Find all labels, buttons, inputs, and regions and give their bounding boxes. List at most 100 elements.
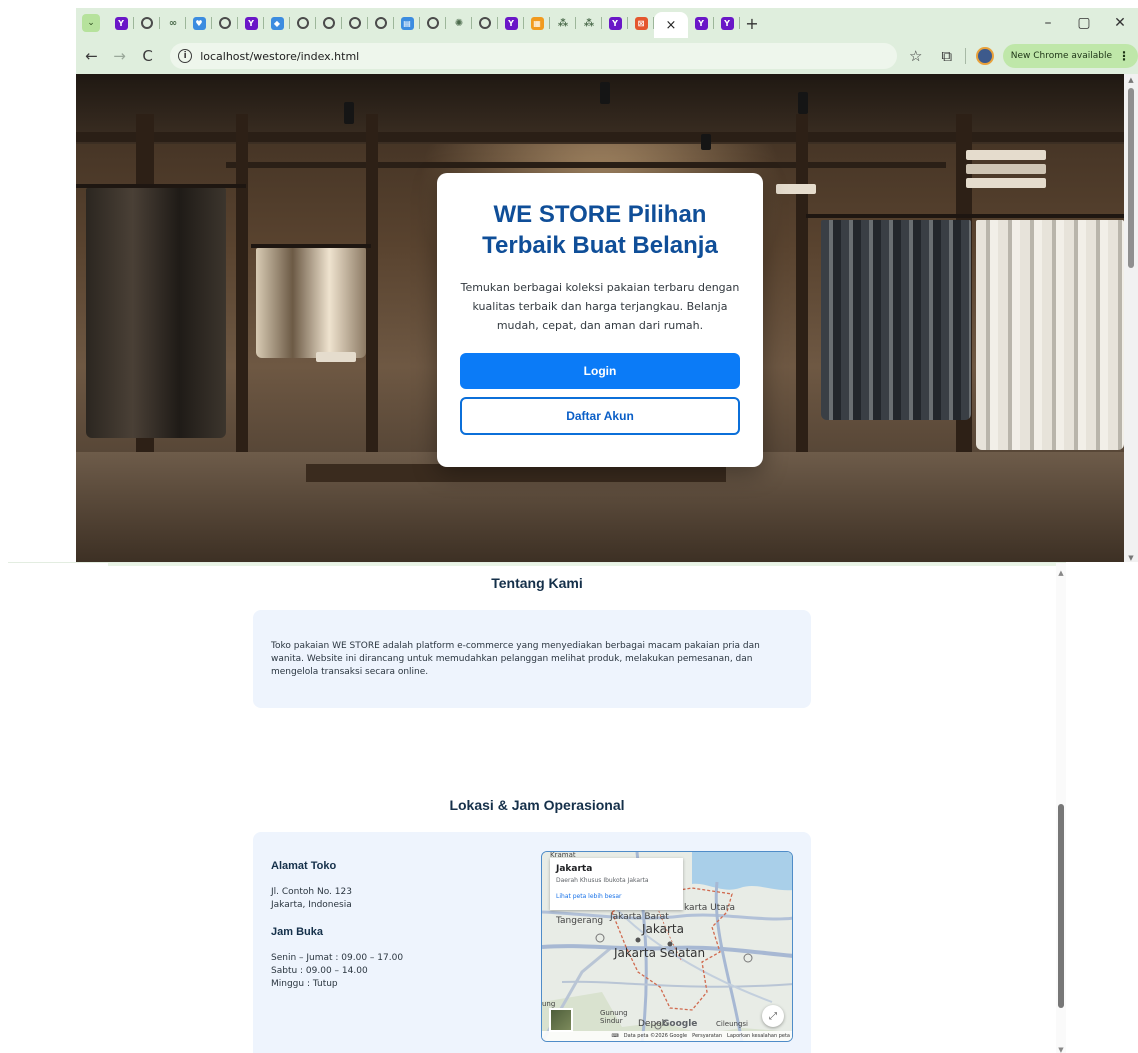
xampp-icon: ▦	[530, 16, 544, 30]
page-lower-section: Tentang Kami Toko pakaian WE STORE adala…	[8, 562, 1066, 1053]
tab-strip: Y ∞ ♥ Y ◆ ▤ ✺ Y ▦ ⁂ ⁂ Y ⊠ × Y Y +	[108, 8, 764, 38]
yahoo-icon: Y	[720, 16, 734, 30]
page-scrollbar[interactable]: ▲ ▼	[1124, 74, 1138, 562]
tab[interactable]: ⁂	[550, 8, 576, 38]
hours-heading: Jam Buka	[271, 926, 323, 938]
map-label-jakarta-utara: karta Utara	[684, 903, 736, 913]
tab[interactable]	[212, 8, 238, 38]
tab[interactable]	[134, 8, 160, 38]
map-info-subtitle: Daerah Khusus Ibukota Jakarta	[556, 877, 649, 884]
menu-kebab-icon[interactable]: ⋮	[1118, 49, 1130, 63]
active-tab[interactable]: ×	[654, 12, 688, 38]
google-logo: Google	[662, 1019, 698, 1029]
forward-button[interactable]: →	[107, 43, 132, 69]
login-button[interactable]: Login	[460, 353, 740, 389]
globe-icon	[297, 17, 309, 29]
globe-icon	[479, 17, 491, 29]
address-bar[interactable]: i localhost/westore/index.html	[170, 43, 898, 69]
map-terms-link[interactable]: Persyaratan	[692, 1033, 722, 1039]
tab[interactable]: ∞	[160, 8, 186, 38]
map-label-gunung: Gunung	[600, 1009, 628, 1017]
bookmark-star-icon[interactable]: ☆	[903, 43, 928, 69]
close-window-button[interactable]: ✕	[1102, 8, 1138, 38]
extensions-icon[interactable]: ⧉	[934, 43, 959, 69]
hero-card: WE STORE Pilihan Terbaik Buat Belanja Te…	[437, 173, 763, 467]
site-info-icon[interactable]: i	[178, 49, 193, 63]
restore-button[interactable]: ▢	[1066, 8, 1102, 38]
scrollbar-thumb[interactable]	[1058, 804, 1064, 1008]
tab[interactable]: ⊠	[628, 8, 654, 38]
map-label-sindur: Sindur	[600, 1017, 623, 1025]
diamond-icon: ◆	[270, 16, 284, 30]
scroll-up-arrow-icon[interactable]: ▲	[1126, 76, 1136, 84]
document-icon: ▤	[400, 16, 414, 30]
map-info-card: Jakarta Daerah Khusus Ibukota Jakarta Li…	[550, 858, 683, 910]
tab[interactable]	[368, 8, 394, 38]
register-button[interactable]: Daftar Akun	[460, 397, 740, 435]
tab[interactable]	[316, 8, 342, 38]
about-panel: Toko pakaian WE STORE adalah platform e-…	[253, 610, 811, 708]
back-button[interactable]: ←	[79, 43, 104, 69]
tab[interactable]	[472, 8, 498, 38]
hero-title: WE STORE Pilihan Terbaik Buat Belanja	[482, 201, 718, 259]
tab[interactable]	[342, 8, 368, 38]
hero-description: Temukan berbagai koleksi pakaian terbaru…	[460, 281, 740, 332]
map-label-cileungsi: Cileungsi	[716, 1020, 748, 1028]
map-report-link[interactable]: Laporkan kesalahan peta	[727, 1033, 790, 1039]
chevron-down-icon: ⌄	[87, 18, 95, 28]
heart-icon: ♥	[192, 16, 206, 30]
window-controls: – ▢ ✕	[1030, 8, 1138, 38]
chrome-update-button[interactable]: New Chrome available ⋮	[1002, 44, 1138, 68]
scroll-up-arrow-icon[interactable]: ▲	[1056, 569, 1066, 577]
tab[interactable]: ⁂	[576, 8, 602, 38]
page-viewport: WE STORE Pilihan Terbaik Buat Belanja Te…	[76, 74, 1138, 562]
tab[interactable]: Y	[498, 8, 524, 38]
tab-bar: ⌄ Y ∞ ♥ Y ◆ ▤ ✺ Y ▦ ⁂ ⁂ Y ⊠ × Y Y + – ▢ …	[76, 8, 1138, 38]
tab[interactable]: Y	[238, 8, 264, 38]
globe-icon	[349, 17, 361, 29]
scroll-down-arrow-icon[interactable]: ▼	[1126, 554, 1136, 562]
tab[interactable]: ✺	[446, 8, 472, 38]
tab[interactable]: ▦	[524, 8, 550, 38]
scroll-down-arrow-icon[interactable]: ▼	[1056, 1046, 1066, 1053]
close-icon[interactable]: ×	[666, 18, 677, 33]
url-text[interactable]: localhost/westore/index.html	[200, 50, 359, 63]
view-larger-map-link[interactable]: Lihat peta lebih besar	[556, 893, 677, 900]
browser-window: ⌄ Y ∞ ♥ Y ◆ ▤ ✺ Y ▦ ⁂ ⁂ Y ⊠ × Y Y + – ▢ …	[76, 8, 1138, 562]
yahoo-icon: Y	[244, 16, 258, 30]
fullscreen-icon[interactable]: ⤢	[762, 1005, 784, 1027]
link-icon: ∞	[168, 17, 178, 29]
reload-button[interactable]: C	[135, 43, 160, 69]
globe-icon	[427, 17, 439, 29]
network-icon: ⁂	[557, 17, 569, 29]
google-map-embed[interactable]: Kramat karta Utara Tangerang Jakarta Bar…	[541, 851, 793, 1042]
tab[interactable]	[420, 8, 446, 38]
scrollbar-thumb[interactable]	[1128, 88, 1134, 268]
tab-search-button[interactable]: ⌄	[82, 14, 100, 32]
page-scrollbar[interactable]: ▲ ▼	[1056, 563, 1066, 1053]
location-panel: Alamat Toko Jl. Contoh No. 123 Jakarta, …	[253, 832, 811, 1053]
tab[interactable]: ◆	[264, 8, 290, 38]
location-title: Lokasi & Jam Operasional	[449, 797, 625, 813]
tab[interactable]: Y	[602, 8, 628, 38]
profile-avatar[interactable]	[976, 47, 994, 65]
satellite-toggle[interactable]	[549, 1008, 573, 1032]
address-line: Jakarta, Indonesia	[271, 900, 352, 910]
hours-line: Minggu : Tutup	[271, 979, 338, 989]
keyboard-icon[interactable]: ⌨	[612, 1033, 619, 1039]
map-label-edge: ung	[542, 1000, 556, 1008]
update-label: New Chrome available	[1010, 51, 1113, 61]
tab[interactable]: ♥	[186, 8, 212, 38]
address-heading: Alamat Toko	[271, 860, 337, 872]
tab[interactable]: ▤	[394, 8, 420, 38]
tab[interactable]: Y	[108, 8, 134, 38]
map-info-title: Jakarta	[556, 864, 593, 874]
minimize-button[interactable]: –	[1030, 8, 1066, 38]
globe-icon	[141, 17, 153, 29]
yahoo-icon: Y	[504, 16, 518, 30]
globe-icon	[375, 17, 387, 29]
tab[interactable]: Y	[714, 8, 740, 38]
tab[interactable]: Y	[688, 8, 714, 38]
new-tab-button[interactable]: +	[740, 8, 764, 38]
tab[interactable]	[290, 8, 316, 38]
